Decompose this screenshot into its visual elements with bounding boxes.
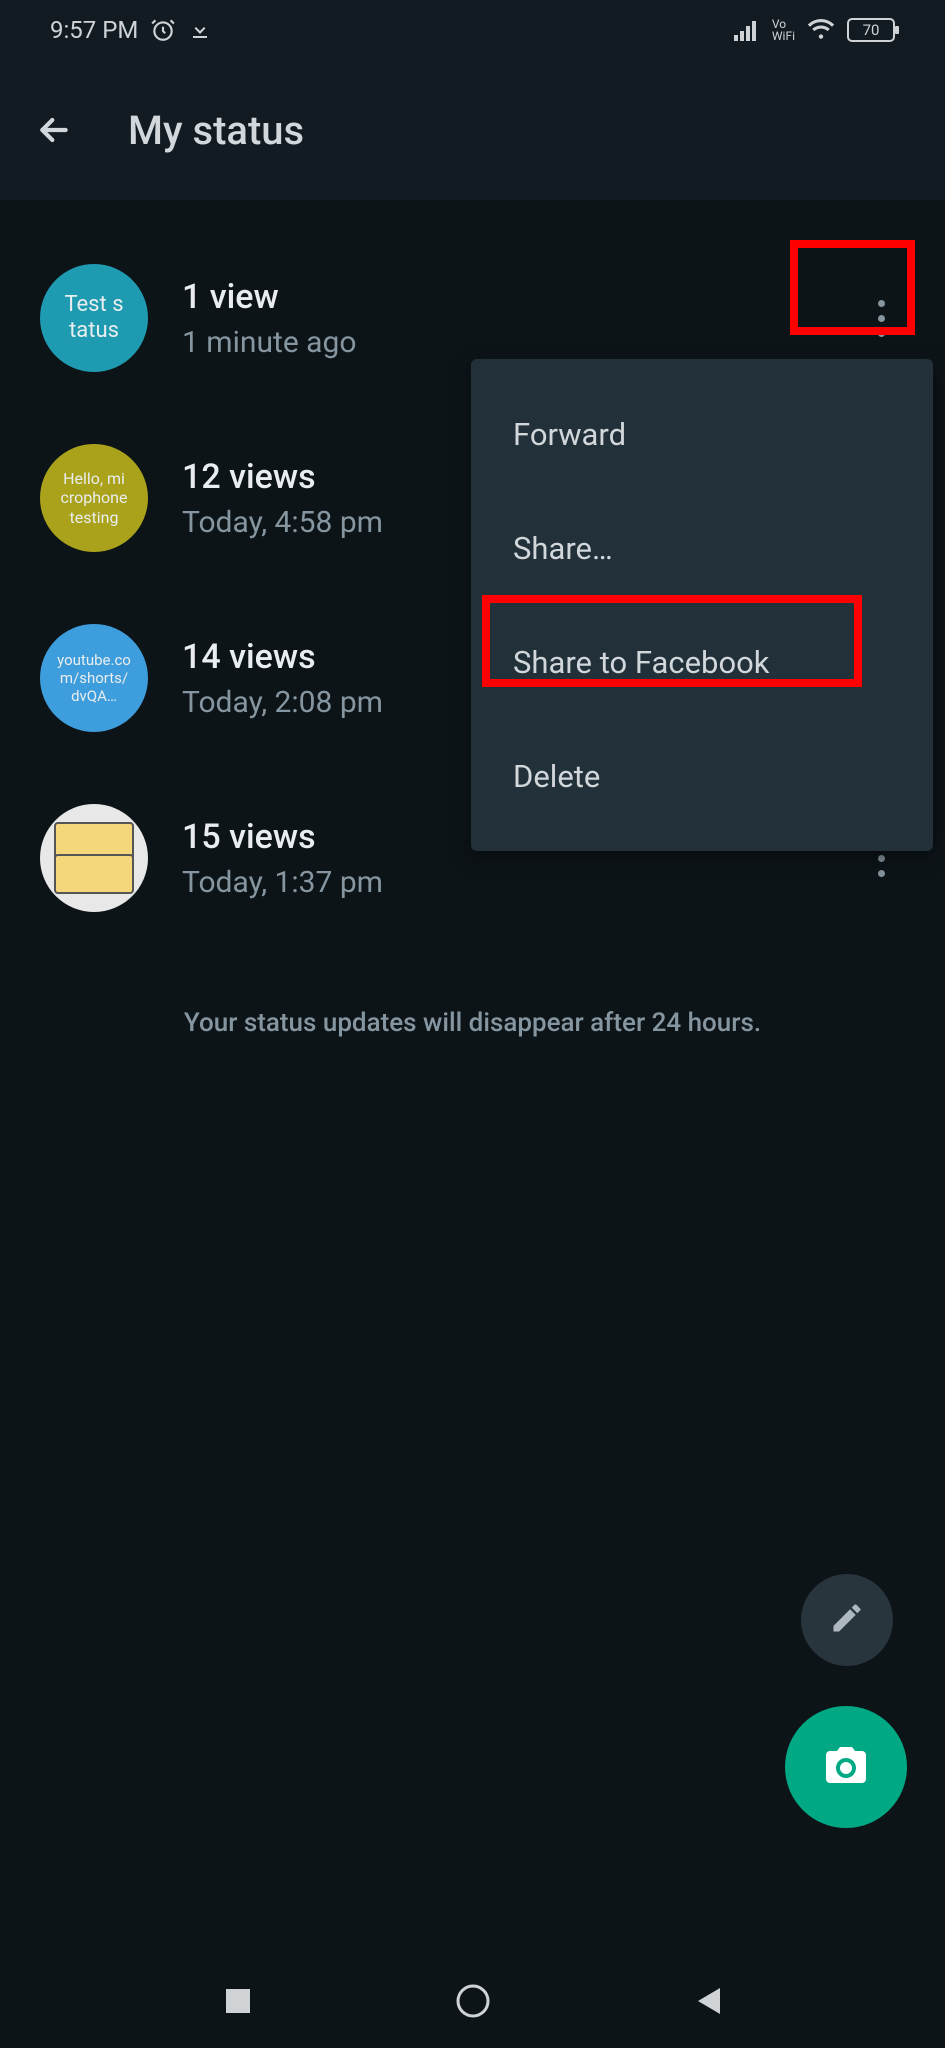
download-icon	[188, 18, 212, 42]
status-thumbnail: Hello, mi crophone testing	[40, 444, 148, 552]
battery-icon: 70	[847, 18, 895, 42]
pencil-icon	[829, 1600, 865, 1640]
camera-icon	[822, 1741, 870, 1793]
menu-delete[interactable]: Delete	[471, 719, 933, 833]
wifi-icon	[807, 19, 835, 41]
compose-status-button[interactable]	[801, 1574, 893, 1666]
back-button[interactable]	[30, 106, 78, 154]
circle-icon	[454, 1982, 492, 2024]
footer-note: Your status updates will disappear after…	[0, 1008, 945, 1038]
system-status-bar: 9:57 PM Vo WiFi 70	[0, 0, 945, 60]
menu-share-facebook[interactable]: Share to Facebook	[471, 605, 933, 719]
app-bar: My status	[0, 60, 945, 200]
camera-status-button[interactable]	[785, 1706, 907, 1828]
alarm-icon	[150, 17, 176, 43]
status-thumbnail: Test s tatus	[40, 264, 148, 372]
kebab-icon	[878, 300, 885, 337]
status-time: 1 minute ago	[182, 325, 823, 360]
system-nav-bar	[0, 1958, 945, 2048]
status-time: Today, 1:37 pm	[182, 865, 823, 900]
back-nav-button[interactable]	[678, 1973, 738, 2033]
triangle-icon	[694, 1986, 722, 2020]
home-button[interactable]	[443, 1973, 503, 2033]
status-views: 1 view	[182, 277, 823, 317]
status-thumbnail	[40, 804, 148, 912]
more-button[interactable]	[857, 288, 905, 348]
menu-forward[interactable]: Forward	[471, 377, 933, 491]
signal-icon	[734, 19, 760, 41]
square-icon	[224, 1987, 252, 2019]
status-time: 9:57 PM	[50, 16, 138, 44]
menu-share[interactable]: Share…	[471, 491, 933, 605]
vowifi-icon: Vo WiFi	[772, 18, 795, 42]
recents-button[interactable]	[208, 1973, 268, 2033]
status-thumbnail: youtube.co m/shorts/ dvQA…	[40, 624, 148, 732]
context-menu: Forward Share… Share to Facebook Delete	[471, 359, 933, 851]
page-title: My status	[128, 107, 304, 154]
